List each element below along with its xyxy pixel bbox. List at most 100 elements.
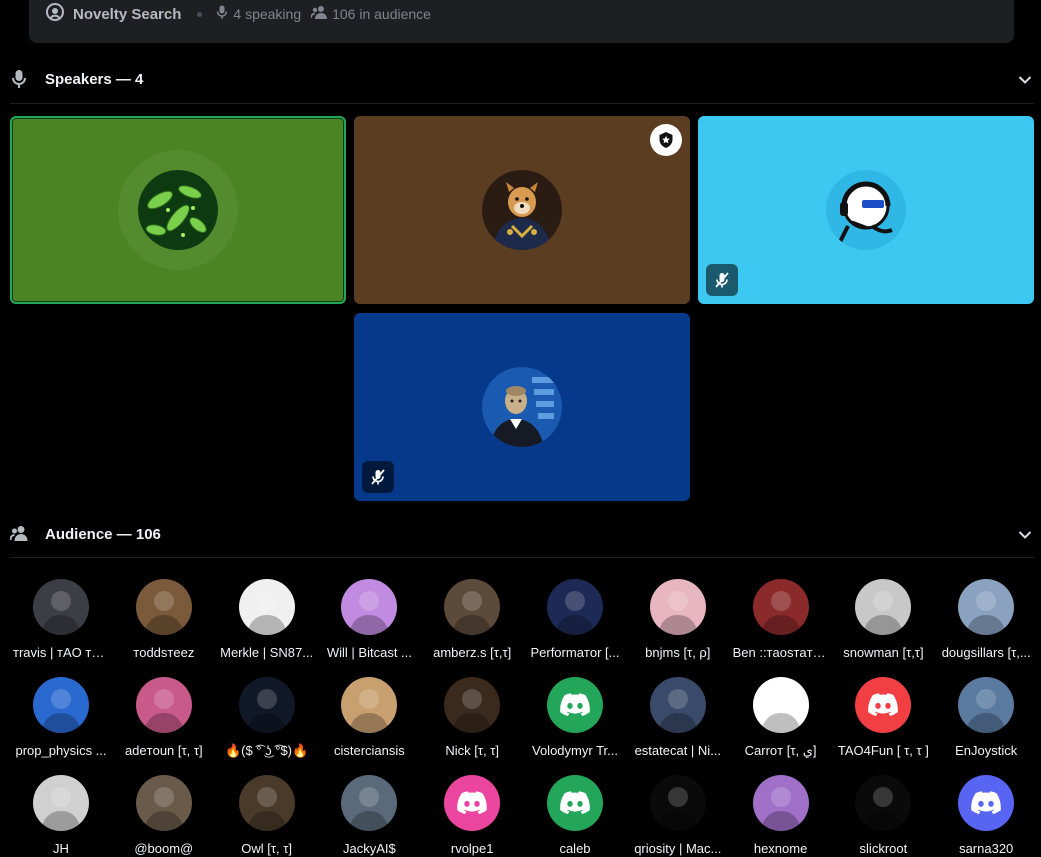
audience-member[interactable]: TAO4Fun [ τ, τ ] — [831, 677, 935, 759]
microphone-icon — [216, 5, 228, 24]
member-avatar — [135, 677, 192, 733]
audience-member[interactable]: hexnome — [729, 775, 833, 857]
speakers-section-header[interactable]: Speakers — 4 — [10, 67, 1034, 91]
audience-member[interactable]: EnJoystick — [934, 677, 1038, 759]
member-name: adeтoun [τ, τ] — [124, 743, 203, 758]
audience-member[interactable]: slickroot — [831, 775, 935, 857]
discord-default-avatar-icon — [547, 677, 603, 733]
divider — [10, 557, 1034, 558]
audience-member[interactable]: @boom@ — [112, 775, 216, 857]
member-name: Carroт [τ, ي] — [744, 743, 817, 758]
member-avatar — [341, 775, 398, 831]
audience-member[interactable]: Merkle | SN87... — [215, 579, 319, 661]
speaker-tile[interactable] — [10, 116, 346, 304]
divider — [10, 103, 1034, 104]
audience-member[interactable]: qriosity | Mac... — [626, 775, 730, 857]
audience-member[interactable]: caleb — [523, 775, 627, 857]
audience-section-label: Audience — 106 — [45, 525, 161, 543]
member-avatar — [649, 677, 706, 733]
moderator-badge-icon — [650, 124, 682, 156]
audience-member[interactable]: тoddsтeez — [112, 579, 216, 661]
chevron-down-icon[interactable] — [1018, 527, 1032, 545]
member-avatar — [238, 579, 295, 635]
member-avatar — [752, 775, 809, 831]
member-name: тravis | тAO тe... — [13, 645, 110, 660]
audience-member[interactable]: Nick [τ, τ] — [420, 677, 524, 759]
member-avatar — [238, 775, 295, 831]
discord-default-avatar-icon — [444, 775, 501, 831]
audience-member[interactable]: тravis | тAO тe... — [9, 579, 113, 661]
member-avatar — [341, 579, 398, 635]
separator-dot — [197, 11, 203, 17]
audience-icon — [310, 5, 328, 24]
member-name: hexnome — [753, 841, 808, 856]
audience-member[interactable]: dougsillars [τ,... — [934, 579, 1038, 661]
member-avatar — [958, 579, 1015, 635]
audience-member[interactable]: prop_physics ... — [9, 677, 113, 759]
member-avatar — [855, 579, 912, 635]
audience-member[interactable]: Performaтor [... — [523, 579, 627, 661]
audience-member[interactable]: sarna320 — [934, 775, 1038, 857]
audience-member[interactable]: Owl [τ, τ] — [215, 775, 319, 857]
speaker-tile[interactable] — [354, 313, 690, 501]
audience-member[interactable]: Ben ::тaosтaтs... — [729, 579, 833, 661]
member-name: estatecat | Ni... — [634, 743, 722, 758]
audience-member[interactable]: amberz.s [τ,τ] — [420, 579, 524, 661]
microphone-icon — [12, 69, 26, 94]
member-name: Merkle | SN87... — [220, 645, 314, 660]
audience-member[interactable]: JackyAI$ — [317, 775, 421, 857]
member-name: 🔥($ ͡° ͜ʖ ͡°$)🔥 — [224, 743, 309, 758]
member-avatar — [752, 677, 809, 733]
member-name: qriosity | Mac... — [634, 841, 722, 856]
speaker-tile[interactable] — [354, 116, 690, 304]
member-name: caleb — [559, 841, 591, 856]
audience-member[interactable]: estatecat | Ni... — [626, 677, 730, 759]
speaker-avatar — [826, 170, 906, 250]
member-avatar — [547, 579, 603, 635]
speaking-indicator — [10, 116, 346, 304]
member-name: snowman [τ,τ] — [843, 645, 924, 660]
audience-member[interactable]: Carroт [τ, ي] — [729, 677, 833, 759]
stage-title: Novelty Search — [73, 5, 182, 23]
member-avatar — [135, 579, 192, 635]
member-avatar — [135, 775, 192, 831]
audience-member[interactable]: Volodymyr Tr... — [523, 677, 627, 759]
member-name: prop_physics ... — [15, 743, 107, 758]
member-avatar — [33, 677, 89, 733]
member-name: Ben ::тaosтaтs... — [732, 645, 830, 660]
audience-section-header[interactable]: Audience — 106 — [9, 522, 1034, 546]
member-name: TAO4Fun [ τ, τ ] — [837, 743, 929, 758]
member-name: тoddsтeez — [133, 645, 195, 660]
audience-member[interactable]: rvolpe1 — [420, 775, 524, 857]
audience-member[interactable]: bnjms [τ, ρ] — [626, 579, 730, 661]
member-name: JH — [53, 841, 69, 856]
member-name: bnjms [τ, ρ] — [645, 645, 711, 660]
audience-member[interactable]: snowman [τ,τ] — [831, 579, 935, 661]
audience-icon — [9, 525, 28, 546]
audience-member[interactable]: cisterciansis — [317, 677, 421, 759]
stage-header: Novelty Search 4 speaking 106 in audienc… — [29, 0, 1014, 43]
audience-member[interactable]: adeтoun [τ, τ] — [112, 677, 216, 759]
member-name: slickroot — [859, 841, 908, 856]
member-name: dougsillars [τ,... — [941, 645, 1031, 660]
member-avatar — [649, 579, 706, 635]
member-name: Volodymyr Tr... — [532, 743, 618, 758]
stage-icon — [45, 2, 65, 27]
chevron-down-icon[interactable] — [1018, 72, 1032, 90]
discord-default-avatar-icon — [547, 775, 603, 831]
member-name: JackyAI$ — [343, 841, 396, 856]
speaking-count: 4 speaking — [233, 6, 302, 22]
member-name: @boom@ — [134, 841, 194, 856]
audience-member[interactable]: Will | Bitcast ... — [317, 579, 421, 661]
member-avatar — [855, 775, 912, 831]
audience-member[interactable]: JH — [9, 775, 113, 857]
audience-member[interactable]: 🔥($ ͡° ͜ʖ ͡°$)🔥 — [215, 677, 319, 759]
member-name: Nick [τ, τ] — [445, 743, 499, 758]
speaker-tile[interactable] — [698, 116, 1034, 304]
member-name: sarna320 — [959, 841, 1014, 856]
member-avatar — [444, 579, 501, 635]
member-avatar — [341, 677, 398, 733]
member-avatar — [33, 775, 89, 831]
member-avatar — [958, 677, 1015, 733]
discord-default-avatar-icon — [855, 677, 912, 733]
